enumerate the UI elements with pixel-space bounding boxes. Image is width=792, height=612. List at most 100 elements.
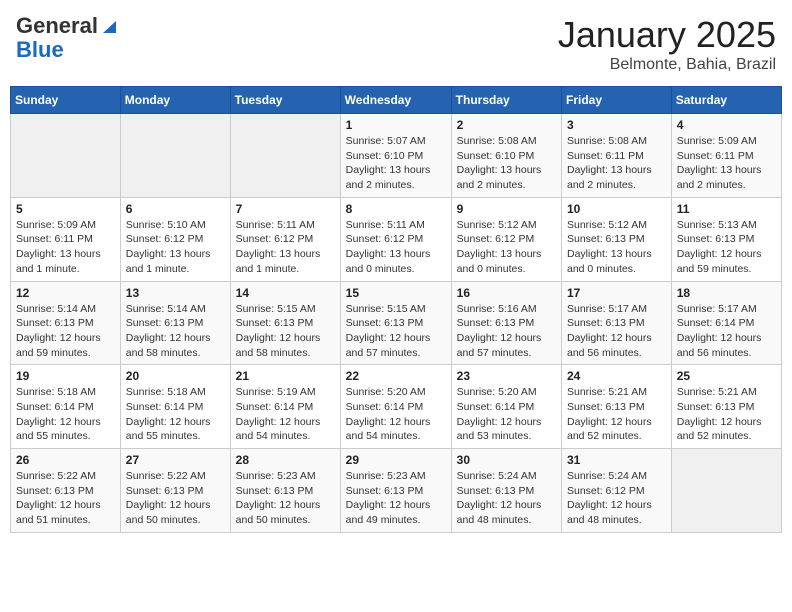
day-info: Sunrise: 5:15 AM Sunset: 6:13 PM Dayligh… bbox=[236, 302, 335, 361]
calendar-week-row: 1 Sunrise: 5:07 AM Sunset: 6:10 PM Daylig… bbox=[11, 114, 782, 198]
day-number: 22 bbox=[346, 369, 446, 383]
table-row bbox=[120, 114, 230, 198]
day-info: Sunrise: 5:07 AM Sunset: 6:10 PM Dayligh… bbox=[346, 134, 446, 193]
table-row bbox=[11, 114, 121, 198]
logo: General Blue bbox=[16, 14, 116, 62]
day-number: 11 bbox=[677, 202, 776, 216]
title-area: January 2025 Belmonte, Bahia, Brazil bbox=[558, 14, 776, 74]
day-number: 18 bbox=[677, 286, 776, 300]
table-row: 6 Sunrise: 5:10 AM Sunset: 6:12 PM Daylig… bbox=[120, 197, 230, 281]
day-number: 5 bbox=[16, 202, 115, 216]
day-info: Sunrise: 5:24 AM Sunset: 6:13 PM Dayligh… bbox=[457, 469, 556, 528]
day-number: 24 bbox=[567, 369, 666, 383]
table-row: 2Sunrise: 5:08 AM Sunset: 6:10 PM Daylig… bbox=[451, 114, 561, 198]
table-row: 11 Sunrise: 5:13 AM Sunset: 6:13 PM Dayli… bbox=[671, 197, 781, 281]
calendar-week-row: 19 Sunrise: 5:18 AM Sunset: 6:14 PM Dayli… bbox=[11, 365, 782, 449]
table-row: 1 Sunrise: 5:07 AM Sunset: 6:10 PM Daylig… bbox=[340, 114, 451, 198]
day-info: Sunrise: 5:12 AM Sunset: 6:13 PM Dayligh… bbox=[567, 218, 666, 277]
day-number: 20 bbox=[126, 369, 225, 383]
day-info: Sunrise: 5:17 AM Sunset: 6:14 PM Dayligh… bbox=[677, 302, 776, 361]
day-info: Sunrise: 5:09 AM Sunset: 6:11 PM Dayligh… bbox=[16, 218, 115, 277]
col-monday: Monday bbox=[120, 87, 230, 114]
day-info: Sunrise: 5:22 AM Sunset: 6:13 PM Dayligh… bbox=[126, 469, 225, 528]
day-number: 29 bbox=[346, 453, 446, 467]
table-row: 7 Sunrise: 5:11 AM Sunset: 6:12 PM Daylig… bbox=[230, 197, 340, 281]
day-number: 17 bbox=[567, 286, 666, 300]
day-number: 13 bbox=[126, 286, 225, 300]
table-row: 12 Sunrise: 5:14 AM Sunset: 6:13 PM Dayli… bbox=[11, 281, 121, 365]
calendar-week-row: 5 Sunrise: 5:09 AM Sunset: 6:11 PM Daylig… bbox=[11, 197, 782, 281]
day-info: Sunrise: 5:21 AM Sunset: 6:13 PM Dayligh… bbox=[677, 385, 776, 444]
table-row: 31Sunrise: 5:24 AM Sunset: 6:12 PM Dayli… bbox=[562, 449, 672, 533]
day-number: 21 bbox=[236, 369, 335, 383]
table-row: 28 Sunrise: 5:23 AM Sunset: 6:13 PM Dayli… bbox=[230, 449, 340, 533]
table-row: 16 Sunrise: 5:16 AM Sunset: 6:13 PM Dayli… bbox=[451, 281, 561, 365]
day-number: 19 bbox=[16, 369, 115, 383]
day-info: Sunrise: 5:23 AM Sunset: 6:13 PM Dayligh… bbox=[236, 469, 335, 528]
day-number: 15 bbox=[346, 286, 446, 300]
table-row: 23 Sunrise: 5:20 AM Sunset: 6:14 PM Dayli… bbox=[451, 365, 561, 449]
col-wednesday: Wednesday bbox=[340, 87, 451, 114]
day-info: Sunrise: 5:13 AM Sunset: 6:13 PM Dayligh… bbox=[677, 218, 776, 277]
day-number: 28 bbox=[236, 453, 335, 467]
day-info: Sunrise: 5:16 AM Sunset: 6:13 PM Dayligh… bbox=[457, 302, 556, 361]
col-tuesday: Tuesday bbox=[230, 87, 340, 114]
table-row: 8Sunrise: 5:11 AM Sunset: 6:12 PM Daylig… bbox=[340, 197, 451, 281]
day-number: 7 bbox=[236, 202, 335, 216]
table-row: 24 Sunrise: 5:21 AM Sunset: 6:13 PM Dayli… bbox=[562, 365, 672, 449]
day-info: Sunrise: 5:14 AM Sunset: 6:13 PM Dayligh… bbox=[16, 302, 115, 361]
day-info: Sunrise: 5:10 AM Sunset: 6:12 PM Dayligh… bbox=[126, 218, 225, 277]
logo-blue-text: Blue bbox=[16, 38, 116, 62]
logo-icon bbox=[98, 17, 116, 35]
table-row: 4 Sunrise: 5:09 AM Sunset: 6:11 PM Daylig… bbox=[671, 114, 781, 198]
logo-general-text: General bbox=[16, 13, 98, 38]
day-number: 3 bbox=[567, 118, 666, 132]
day-number: 27 bbox=[126, 453, 225, 467]
col-sunday: Sunday bbox=[11, 87, 121, 114]
day-info: Sunrise: 5:14 AM Sunset: 6:13 PM Dayligh… bbox=[126, 302, 225, 361]
day-info: Sunrise: 5:22 AM Sunset: 6:13 PM Dayligh… bbox=[16, 469, 115, 528]
day-info: Sunrise: 5:15 AM Sunset: 6:13 PM Dayligh… bbox=[346, 302, 446, 361]
day-number: 23 bbox=[457, 369, 556, 383]
table-row: 19 Sunrise: 5:18 AM Sunset: 6:14 PM Dayli… bbox=[11, 365, 121, 449]
table-row: 14 Sunrise: 5:15 AM Sunset: 6:13 PM Dayli… bbox=[230, 281, 340, 365]
day-number: 16 bbox=[457, 286, 556, 300]
table-row: 17 Sunrise: 5:17 AM Sunset: 6:13 PM Dayli… bbox=[562, 281, 672, 365]
table-row: 25 Sunrise: 5:21 AM Sunset: 6:13 PM Dayli… bbox=[671, 365, 781, 449]
day-number: 25 bbox=[677, 369, 776, 383]
day-number: 1 bbox=[346, 118, 446, 132]
table-row: 29Sunrise: 5:23 AM Sunset: 6:13 PM Dayli… bbox=[340, 449, 451, 533]
calendar-header-row: Sunday Monday Tuesday Wednesday Thursday… bbox=[11, 87, 782, 114]
day-info: Sunrise: 5:21 AM Sunset: 6:13 PM Dayligh… bbox=[567, 385, 666, 444]
day-number: 4 bbox=[677, 118, 776, 132]
table-row: 20Sunrise: 5:18 AM Sunset: 6:14 PM Dayli… bbox=[120, 365, 230, 449]
table-row: 9Sunrise: 5:12 AM Sunset: 6:12 PM Daylig… bbox=[451, 197, 561, 281]
table-row: 15 Sunrise: 5:15 AM Sunset: 6:13 PM Dayli… bbox=[340, 281, 451, 365]
col-saturday: Saturday bbox=[671, 87, 781, 114]
table-row: 30 Sunrise: 5:24 AM Sunset: 6:13 PM Dayli… bbox=[451, 449, 561, 533]
day-info: Sunrise: 5:09 AM Sunset: 6:11 PM Dayligh… bbox=[677, 134, 776, 193]
day-info: Sunrise: 5:11 AM Sunset: 6:12 PM Dayligh… bbox=[346, 218, 446, 277]
table-row bbox=[230, 114, 340, 198]
day-number: 12 bbox=[16, 286, 115, 300]
day-info: Sunrise: 5:19 AM Sunset: 6:14 PM Dayligh… bbox=[236, 385, 335, 444]
calendar-week-row: 12 Sunrise: 5:14 AM Sunset: 6:13 PM Dayli… bbox=[11, 281, 782, 365]
month-title: January 2025 bbox=[558, 14, 776, 56]
header: General Blue January 2025 Belmonte, Bahi… bbox=[10, 10, 782, 78]
day-number: 26 bbox=[16, 453, 115, 467]
calendar-week-row: 26 Sunrise: 5:22 AM Sunset: 6:13 PM Dayli… bbox=[11, 449, 782, 533]
table-row: 27 Sunrise: 5:22 AM Sunset: 6:13 PM Dayli… bbox=[120, 449, 230, 533]
day-number: 14 bbox=[236, 286, 335, 300]
day-number: 9 bbox=[457, 202, 556, 216]
day-number: 30 bbox=[457, 453, 556, 467]
day-info: Sunrise: 5:20 AM Sunset: 6:14 PM Dayligh… bbox=[457, 385, 556, 444]
day-number: 6 bbox=[126, 202, 225, 216]
table-row: 21 Sunrise: 5:19 AM Sunset: 6:14 PM Dayli… bbox=[230, 365, 340, 449]
table-row bbox=[671, 449, 781, 533]
table-row: 13 Sunrise: 5:14 AM Sunset: 6:13 PM Dayli… bbox=[120, 281, 230, 365]
day-number: 31 bbox=[567, 453, 666, 467]
day-info: Sunrise: 5:11 AM Sunset: 6:12 PM Dayligh… bbox=[236, 218, 335, 277]
day-info: Sunrise: 5:18 AM Sunset: 6:14 PM Dayligh… bbox=[16, 385, 115, 444]
table-row: 22Sunrise: 5:20 AM Sunset: 6:14 PM Dayli… bbox=[340, 365, 451, 449]
day-info: Sunrise: 5:17 AM Sunset: 6:13 PM Dayligh… bbox=[567, 302, 666, 361]
